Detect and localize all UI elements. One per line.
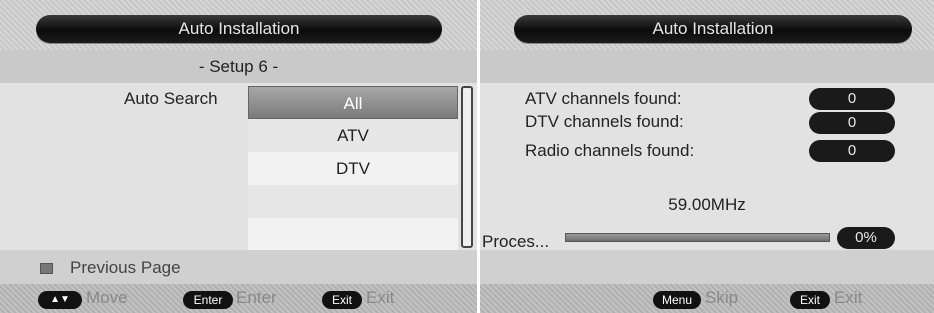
option-empty-1 bbox=[248, 185, 458, 218]
auto-search-label: Auto Search bbox=[124, 89, 218, 108]
option-all[interactable]: All bbox=[248, 86, 458, 119]
enter-key-icon: Enter bbox=[183, 291, 233, 309]
arrow-keys-icon: ▲▼ bbox=[38, 291, 82, 309]
dtv-found-count: 0 bbox=[809, 112, 895, 134]
previous-page-label: Previous Page bbox=[70, 258, 181, 277]
exit-label: Exit bbox=[834, 288, 863, 307]
title-bar: Auto Installation bbox=[0, 0, 477, 50]
move-label: Move bbox=[86, 288, 128, 307]
subheader-bar bbox=[480, 50, 934, 83]
setup-step-label: - Setup 6 - bbox=[0, 50, 477, 83]
title-bar: Auto Installation bbox=[480, 0, 934, 50]
atv-found-label: ATV channels found: bbox=[525, 89, 682, 108]
radio-found-count: 0 bbox=[809, 140, 895, 162]
option-dtv[interactable]: DTV bbox=[248, 152, 458, 185]
radio-found-label: Radio channels found: bbox=[525, 141, 695, 160]
option-atv[interactable]: ATV bbox=[248, 119, 458, 152]
enter-label: Enter bbox=[236, 288, 277, 307]
progress-bar bbox=[565, 233, 830, 242]
skip-label: Skip bbox=[705, 288, 739, 307]
scan-content: ATV channels found: 0 DTV channels found… bbox=[480, 83, 934, 251]
progress-label: Proces... bbox=[482, 232, 550, 251]
panel-title: Auto Installation bbox=[36, 15, 442, 43]
previous-page-button[interactable]: Previous Page bbox=[0, 250, 477, 284]
exit-key-icon: Exit bbox=[790, 291, 830, 309]
options-scrollbar[interactable] bbox=[461, 86, 473, 248]
footer-help-bar: ▲▼ Move Enter Enter Exit Exit bbox=[0, 284, 477, 313]
exit-key-icon: Exit bbox=[322, 291, 362, 309]
setup-panel: Auto Installation - Setup 6 - Auto Searc… bbox=[0, 0, 477, 313]
scan-panel: Auto Installation ATV channels found: 0 … bbox=[480, 0, 934, 313]
panel-title: Auto Installation bbox=[514, 15, 912, 43]
atv-found-count: 0 bbox=[809, 88, 895, 110]
empty-row bbox=[480, 250, 934, 284]
gray-square-icon bbox=[40, 263, 53, 274]
scan-frequency: 59.00MHz bbox=[668, 195, 746, 214]
menu-key-icon: Menu bbox=[653, 291, 701, 309]
setup-content: Auto Search All ATV DTV bbox=[0, 83, 477, 251]
exit-label: Exit bbox=[366, 288, 395, 307]
option-empty-2 bbox=[248, 218, 458, 251]
dtv-found-label: DTV channels found: bbox=[525, 112, 684, 131]
footer-help-bar: Menu Skip Exit Exit bbox=[480, 284, 934, 313]
progress-percent: 0% bbox=[837, 227, 895, 249]
